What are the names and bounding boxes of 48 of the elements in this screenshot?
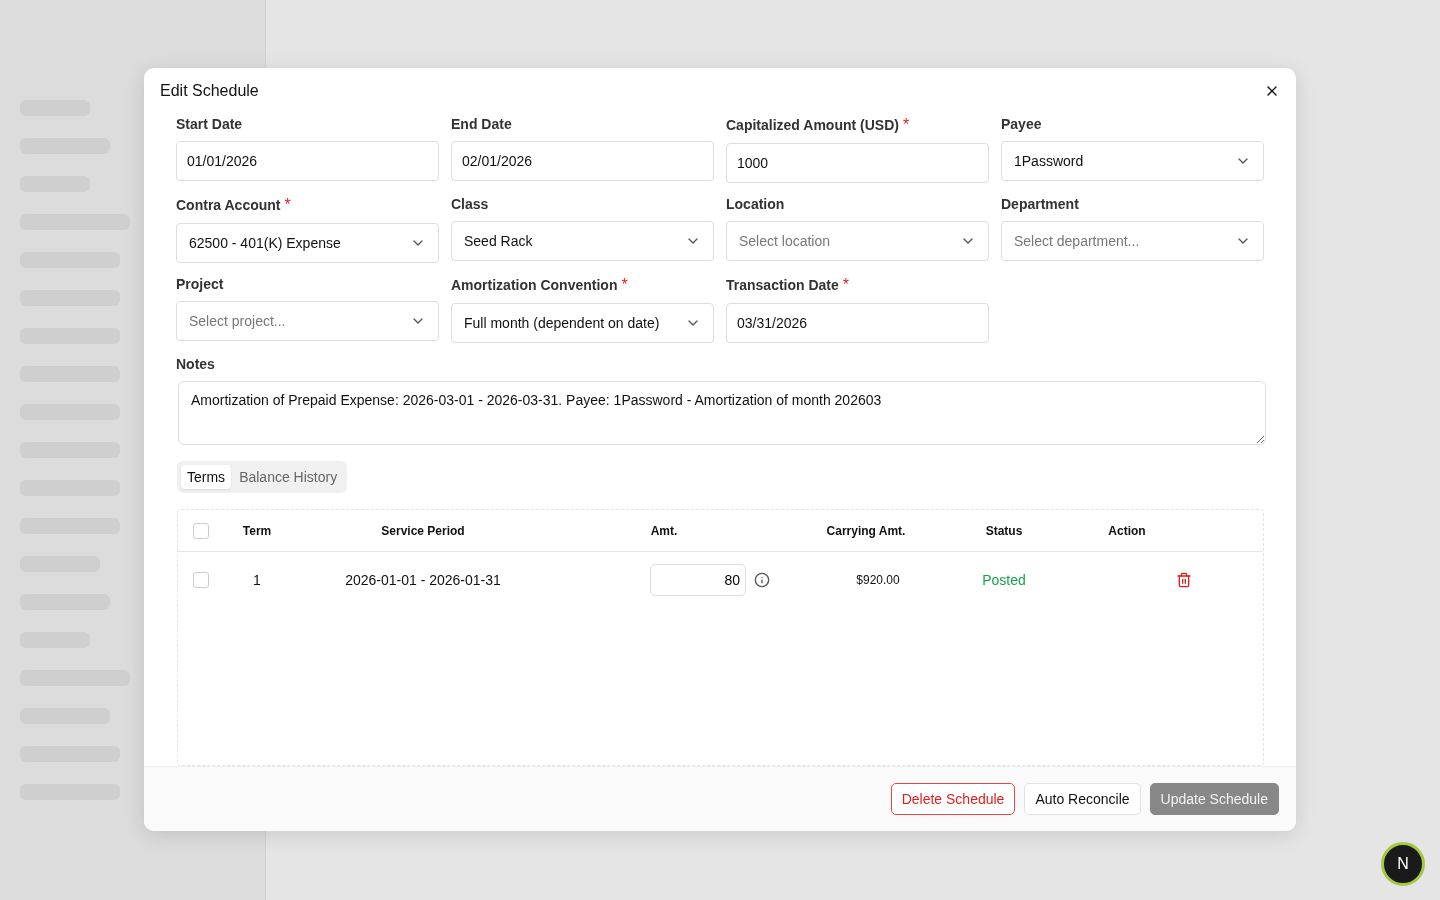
field-label: Notes [176,356,216,372]
column-header: Service Period [380,523,466,538]
tab[interactable]: Balance History [233,465,344,489]
select-field[interactable]: 1Password [1001,141,1264,181]
column-header: Term [241,523,273,538]
notes-field[interactable]: Amortization of Prepaid Expense: 2026-03-01 - 2026-03-31. Payee: 1Password - Amortization of month 202603 [178,381,1266,445]
field-label: Project [176,276,224,292]
table-cell-text: 1 [252,572,262,588]
dialog-title: Edit Schedule [160,82,259,100]
field-label: Department [1001,196,1079,212]
select-field[interactable]: Select department... [1001,221,1264,261]
input-field[interactable]: 01/01/2026 [176,141,439,181]
action-button[interactable]: Delete Schedule [890,783,1016,815]
required-mark: * [842,276,850,294]
table-cell-text: $920.00 [855,573,901,587]
input-field[interactable]: 1000 [726,143,989,183]
select-field[interactable]: Select location [726,221,989,261]
select-field[interactable]: Full month (dependent on date) [451,303,714,343]
required-mark: * [621,276,628,294]
field-label: Class [451,196,489,212]
input-field[interactable]: 03/31/2026 [726,303,989,343]
field-label: Start Date [176,116,243,132]
column-header: Action [1107,523,1147,538]
info-icon[interactable] [754,572,770,588]
select-field[interactable]: 62500 - 401(K) Expense [176,223,439,263]
amount-field[interactable]: 80 [650,564,746,596]
field-label: Transaction Date [726,277,839,293]
dev-tools-badge[interactable]: N [1381,842,1425,886]
field-label: Location [726,196,785,212]
checkbox[interactable] [193,522,209,539]
input-field[interactable]: 02/01/2026 [451,141,714,181]
field-label: End Date [451,116,512,132]
field-label: Amortization Convention [451,277,618,293]
field-label: Payee [1001,116,1042,132]
tab[interactable]: Terms [181,465,232,489]
checkbox[interactable] [193,572,209,588]
action-button[interactable]: Auto Reconcile [1024,783,1141,815]
column-header: Amt. [649,523,679,538]
select-field[interactable]: Select project... [176,301,439,341]
column-header: Status [984,523,1024,538]
status-text: Posted [981,572,1027,588]
column-header: Carrying Amt. [825,523,907,538]
required-mark: * [902,116,910,134]
table-cell-text: 2026-01-01 - 2026-01-31 [344,572,502,588]
required-mark: * [284,196,291,214]
select-field[interactable]: Seed Rack [451,221,714,261]
field-label: Capitalized Amount (USD) [726,117,899,133]
field-label: Contra Account [176,197,281,213]
